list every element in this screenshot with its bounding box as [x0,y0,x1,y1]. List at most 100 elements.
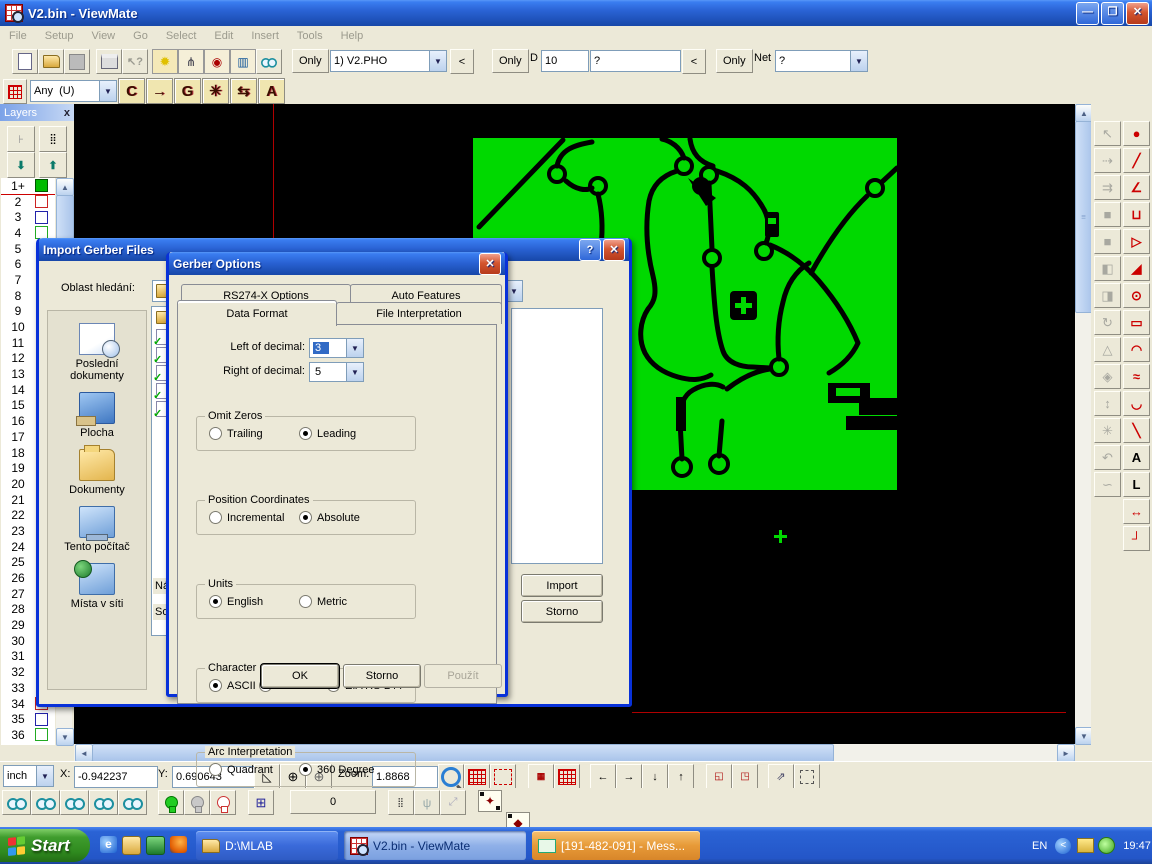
taskbar-item-viewmate[interactable]: V2.bin - ViewMate [344,831,526,860]
vector-move-button[interactable]: ⤢ [440,790,466,815]
cancel-button[interactable]: Storno [343,664,421,688]
select-region-button[interactable] [794,764,820,789]
chevron-down-icon[interactable]: ▼ [346,339,363,357]
highlight-dim-button[interactable] [184,790,210,815]
measure-pins-icon[interactable]: ⋔ [178,49,204,74]
menu-item[interactable]: Tools [288,28,332,44]
cancel-button[interactable]: Storno [521,600,603,623]
rotate-tool[interactable]: ↻ [1094,310,1121,335]
colorbars-icon[interactable]: ▥ [230,49,256,74]
any-filter-combo[interactable]: Any (U) ▼ [30,80,117,102]
swap-button[interactable]: ⇆ [230,78,257,104]
close-icon[interactable]: x [64,107,70,119]
chevron-down-icon[interactable]: ▼ [346,363,363,381]
select-cursor-tool[interactable]: ↖ [1094,121,1121,146]
open-file-button[interactable] [38,49,64,74]
place-desktop[interactable]: Plocha [48,392,146,439]
annotation-button[interactable]: A [258,78,285,104]
radio-trailing[interactable]: Trailing [209,427,263,440]
move-items-tool[interactable]: ⇉ [1094,175,1121,200]
highlight-grid-icon[interactable]: ✹ [152,49,178,74]
radio-ascii[interactable]: ASCII [209,679,256,692]
place-recent-documents[interactable]: Poslední dokumenty [48,323,146,382]
scroll-down-button[interactable]: ▼ [56,728,74,746]
title-bar[interactable]: V2.bin - ViewMate — ❐ ✕ [0,0,1152,26]
scroll-left-button[interactable]: ◄ [75,744,93,762]
layer-up-button[interactable]: ⬆ [39,152,67,178]
filled-rect-2-tool[interactable]: ■ [1094,229,1121,254]
chevron-down-icon[interactable]: ▼ [99,81,116,101]
pad-dot-tool[interactable]: ● [1123,121,1150,146]
radio-360-degree[interactable]: 360 Degree [299,763,375,776]
layer-table-button[interactable]: ⣿ [39,126,67,152]
close-button[interactable]: ✕ [1126,2,1149,25]
pan-left-button[interactable]: ← [590,764,616,789]
pan-up-button[interactable]: ↑ [668,764,694,789]
layer-color-swatch[interactable] [35,179,48,192]
flash-tool[interactable]: ▷ [1123,229,1150,254]
filled-rect-tool[interactable]: ■ [1094,202,1121,227]
net-combo[interactable]: ?▼ [775,50,868,72]
grid-dcode-button[interactable]: ▦ [528,764,554,789]
import-button[interactable]: Import [521,574,603,597]
anchor-button[interactable]: ψ [414,790,440,815]
highlight-on-button[interactable] [158,790,184,815]
measure-distance-button[interactable]: ⇗ [768,764,794,789]
restore-button[interactable]: ❐ [1101,2,1124,25]
place-network[interactable]: Místa v síti [48,563,146,610]
menu-item[interactable]: Go [124,28,157,44]
tab-data-format[interactable]: Data Format [177,300,337,326]
undo-tool[interactable]: ↶ [1094,445,1121,470]
prev-net-button[interactable]: < [682,49,706,74]
aperture-star-button[interactable]: ✳ [202,78,229,104]
gerber-button[interactable]: G [174,78,201,104]
layer-send-button[interactable]: ⊦ [7,126,35,152]
scroll-up-button[interactable]: ▲ [56,178,74,196]
start-button[interactable]: Start [0,829,90,862]
lasso-tool[interactable]: ∽ [1094,472,1121,497]
view-lines-button[interactable] [31,790,60,815]
polyline-tool[interactable]: ∠ [1123,175,1150,200]
dcode-query-input[interactable]: ? [590,50,681,72]
firefox-icon[interactable] [170,836,187,853]
place-my-computer[interactable]: Tento počítač [48,506,146,553]
ok-button[interactable]: OK [261,664,339,688]
taskbar-item-message[interactable]: [191-482-091] - Mess... [532,831,700,860]
radio-quadrant[interactable]: Quadrant [209,763,273,776]
tray-icq-icon[interactable] [1098,837,1115,854]
close-button[interactable]: ✕ [603,239,625,261]
distribute-tool[interactable]: ↕ [1094,391,1121,416]
layer-down-button[interactable]: ⬇ [7,152,35,178]
text-tool[interactable]: A [1123,445,1150,470]
view-traces-button[interactable] [89,790,118,815]
scroll-right-button[interactable]: ► [1057,744,1075,762]
menu-item[interactable]: File [0,28,36,44]
rectangle-tool[interactable]: ▭ [1123,310,1150,335]
window-next-button[interactable]: ◳ [732,764,758,789]
settings-gear-tool[interactable]: ✳ [1094,418,1121,443]
mirror-vertical-tool[interactable]: ◨ [1094,283,1121,308]
zoom-selection-button[interactable] [490,764,516,789]
arc-tool[interactable]: ◠ [1123,337,1150,362]
inspect-glasses-button[interactable] [256,49,282,74]
close-button[interactable]: ✕ [479,253,501,275]
folder-shortcut-icon[interactable] [122,836,141,855]
zoom-tool-button[interactable] [438,764,464,789]
menu-item[interactable]: Select [157,28,206,44]
chevron-down-icon[interactable]: ▼ [429,51,446,71]
menu-item[interactable]: Setup [36,28,83,44]
radio-incremental[interactable]: Incremental [209,511,284,524]
green-book-icon[interactable] [146,836,165,855]
print-button[interactable] [96,49,122,74]
tray-notes-icon[interactable] [1077,838,1094,853]
canvas-vscrollbar[interactable]: ▲ ≡ ▼ [1075,104,1091,744]
radio-leading[interactable]: Leading [299,427,356,440]
chevron-down-icon[interactable]: ▼ [36,766,53,786]
grid-full-button[interactable] [554,764,580,789]
goto-arrow-button[interactable]: → [146,78,173,104]
menu-item[interactable]: View [82,28,124,44]
hide-tray-icons-button[interactable]: < [1055,838,1071,854]
move-copy-tool[interactable]: ⇢ [1094,148,1121,173]
radio-english[interactable]: English [209,595,263,608]
layer-row[interactable]: 35 [1,711,55,727]
